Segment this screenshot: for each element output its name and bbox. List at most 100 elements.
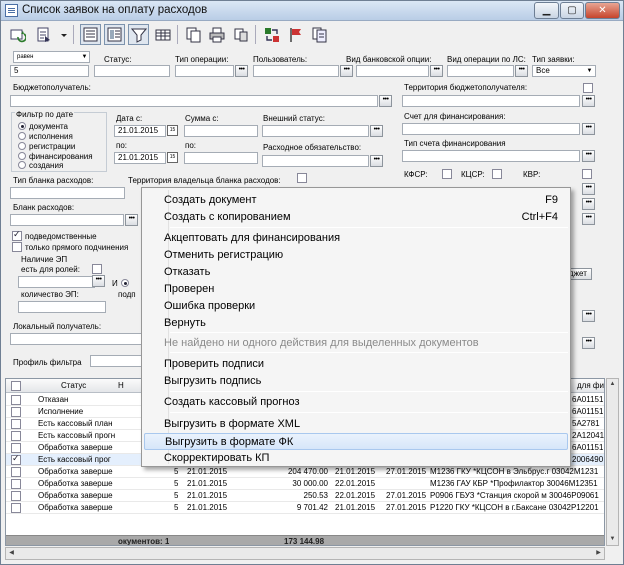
- menu-item[interactable]: Отказать: [144, 264, 568, 281]
- flag-button[interactable]: [285, 24, 306, 45]
- menu-item[interactable]: Акцептовать для финансирования: [144, 230, 568, 247]
- op-type-field[interactable]: [175, 65, 234, 77]
- fin-account-select-button[interactable]: •••: [582, 123, 595, 135]
- menu-item[interactable]: Создать с копированием Ctrl+F4: [144, 209, 568, 226]
- external-status-field[interactable]: [262, 125, 369, 137]
- ep-logic-radio[interactable]: [121, 279, 129, 287]
- print-button[interactable]: [206, 24, 227, 45]
- table-row[interactable]: Обработка заверше 5 21.01.2015 9 701.42 21.0…: [6, 502, 604, 514]
- menu-item[interactable]: Ошибка проверки: [144, 298, 568, 315]
- minimize-button[interactable]: ▁: [534, 2, 559, 19]
- external-status-select-button[interactable]: •••: [370, 125, 383, 137]
- row-checkbox[interactable]: [11, 395, 21, 405]
- refresh-button[interactable]: [7, 24, 28, 45]
- menu-item[interactable]: Создать документ F9: [144, 192, 568, 209]
- row-checkbox[interactable]: [11, 443, 21, 453]
- op-type-select-button[interactable]: •••: [235, 65, 248, 77]
- date-option-document-radio[interactable]: [18, 122, 26, 130]
- budget-recipient-field[interactable]: [10, 95, 378, 107]
- row-checkbox[interactable]: [11, 503, 21, 513]
- menu-item[interactable]: Выгрузить подпись: [144, 373, 568, 390]
- kvr-select-button[interactable]: •••: [582, 213, 595, 225]
- sum-to-field[interactable]: [184, 152, 258, 164]
- scroll-down-icon[interactable]: ▼: [607, 534, 618, 545]
- row-checkbox[interactable]: [11, 453, 21, 465]
- kcsr-checkbox[interactable]: [492, 169, 502, 179]
- date-from-field[interactable]: 21.01.2015: [114, 125, 166, 137]
- blank-field[interactable]: [10, 214, 124, 226]
- request-type-dropdown-icon[interactable]: ▼: [584, 66, 595, 76]
- subordinate-checkbox[interactable]: [12, 229, 22, 241]
- select-all-checkbox[interactable]: [11, 381, 21, 391]
- budget-recipient-select-button[interactable]: •••: [379, 95, 392, 107]
- grid-horizontal-scrollbar[interactable]: ◀ ▶: [5, 547, 605, 560]
- column-header-financing[interactable]: для фи: [577, 380, 604, 392]
- kfsr-select-button[interactable]: •••: [582, 183, 595, 195]
- ep-roles-select-button[interactable]: •••: [92, 275, 105, 287]
- menu-item[interactable]: Проверен: [144, 281, 568, 298]
- menu-item[interactable]: Выгрузить в формате ФК: [144, 433, 568, 450]
- expense-obligation-field[interactable]: [262, 155, 369, 167]
- direct-only-checkbox[interactable]: [12, 242, 22, 252]
- status-field[interactable]: [94, 65, 170, 77]
- date-from-calendar-icon[interactable]: 15: [167, 125, 178, 136]
- duplicate-button[interactable]: [230, 24, 251, 45]
- kfsr-checkbox[interactable]: [442, 169, 452, 179]
- kvr-checkbox[interactable]: [582, 169, 592, 179]
- grid-button[interactable]: [152, 24, 173, 45]
- date-option-registration-radio[interactable]: [18, 142, 26, 150]
- ep-count-field[interactable]: [18, 301, 106, 313]
- scroll-up-icon[interactable]: ▲: [607, 379, 618, 390]
- blank-owner-territory-checkbox[interactable]: [297, 173, 307, 183]
- menu-item[interactable]: Создать кассовый прогноз: [144, 394, 568, 411]
- kcsr-select-button[interactable]: •••: [582, 198, 595, 210]
- fin-account-type-select-button[interactable]: •••: [582, 150, 595, 162]
- ep-roles-field[interactable]: [18, 276, 95, 288]
- budget-territory-field[interactable]: [402, 95, 580, 107]
- menu-item[interactable]: Выгрузить в формате XML: [144, 416, 568, 433]
- scroll-right-icon[interactable]: ▶: [593, 548, 604, 559]
- arrows-button[interactable]: [261, 24, 282, 45]
- documents-button[interactable]: [309, 24, 330, 45]
- copy-button[interactable]: [183, 24, 204, 45]
- user-field[interactable]: [253, 65, 339, 77]
- date-option-execution-radio[interactable]: [18, 132, 26, 140]
- menu-item[interactable]: Вернуть: [144, 315, 568, 332]
- scroll-left-icon[interactable]: ◀: [6, 548, 17, 559]
- ls-op-select-button[interactable]: •••: [515, 65, 528, 77]
- condition-dropdown-icon[interactable]: ▼: [79, 52, 90, 62]
- grid-vertical-scrollbar[interactable]: ▲ ▼: [606, 378, 619, 546]
- blank-select-button[interactable]: •••: [125, 214, 138, 226]
- blank-type-field[interactable]: [10, 187, 125, 199]
- export-dropdown[interactable]: [57, 24, 69, 45]
- row-checkbox[interactable]: [11, 431, 21, 441]
- user-select-button[interactable]: •••: [340, 65, 353, 77]
- close-button[interactable]: ✕: [585, 2, 620, 19]
- date-option-creation-radio[interactable]: [18, 161, 26, 169]
- table-row[interactable]: Обработка заверше 5 21.01.2015 204 470.00 21…: [6, 466, 604, 478]
- row-checkbox[interactable]: [11, 491, 21, 501]
- maximize-button[interactable]: ▢: [560, 2, 584, 19]
- table-row[interactable]: Обработка заверше 5 21.01.2015 30 000.00 22.…: [6, 478, 604, 490]
- menu-item[interactable]: Проверить подписи: [144, 356, 568, 373]
- local-recipient-field[interactable]: [10, 333, 142, 345]
- form-view-button[interactable]: [104, 24, 125, 45]
- ls-op-field[interactable]: [447, 65, 514, 77]
- budget-territory-checkbox[interactable]: [583, 83, 593, 93]
- column-header-status[interactable]: Статус: [61, 380, 86, 392]
- right-select-button-1[interactable]: •••: [582, 310, 595, 322]
- view-button[interactable]: [80, 24, 101, 45]
- sum-from-field[interactable]: [184, 125, 258, 137]
- fin-account-field[interactable]: [402, 123, 580, 135]
- ep-roles-checkbox[interactable]: [92, 264, 102, 274]
- fin-account-type-field[interactable]: [402, 150, 580, 162]
- export-button[interactable]: [33, 24, 54, 45]
- row-checkbox[interactable]: [11, 419, 21, 429]
- filter-button[interactable]: [128, 24, 149, 45]
- filter-profile-field[interactable]: [90, 355, 142, 367]
- menu-item[interactable]: Отменить регистрацию: [144, 247, 568, 264]
- table-row[interactable]: Обработка заверше 5 21.01.2015 250.53 22.01.…: [6, 490, 604, 502]
- date-to-field[interactable]: 21.01.2015: [114, 152, 166, 164]
- row-checkbox[interactable]: [11, 407, 21, 417]
- number-value-field[interactable]: 5: [10, 65, 89, 77]
